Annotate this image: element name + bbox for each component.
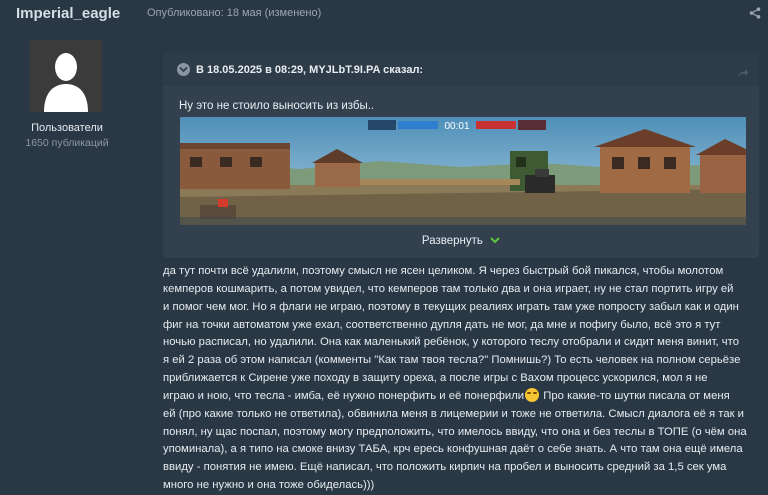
laughing-emoji-icon	[525, 387, 540, 402]
quote-block: В 18.05.2025 в 08:29, MYJLbT.9I.PA сказа…	[163, 52, 759, 258]
post-body: да тут почти всё удалили, поэтому смысл …	[163, 263, 761, 495]
post-date[interactable]: Опубликовано: 18 мая (изменено)	[147, 7, 321, 19]
post-line: ночью расписал, но удалили. Она как мале…	[163, 336, 739, 349]
game-timer: 00:01	[444, 121, 469, 132]
expand-label: Развернуть	[421, 235, 483, 247]
post-line: играю и ною, что тесла - имба, её нужно …	[163, 387, 761, 406]
share-icon[interactable]	[749, 6, 761, 19]
go-to-quote-icon[interactable]	[737, 65, 749, 77]
post-author-name[interactable]: Imperial_eagle	[16, 5, 120, 22]
post-line-part: Про какие-то шутки писала от меня	[540, 389, 730, 402]
post-line: я ей 2 раза об этом написал (комменты "К…	[163, 354, 741, 367]
post-line: понял, ну щас поспал, поэтому могу предп…	[163, 425, 747, 438]
chevron-down-icon[interactable]	[177, 63, 190, 76]
post-line: упоминала), а я типо на смоке внизу ТАБА…	[163, 443, 743, 456]
author-post-count: 1650 публикаций	[25, 137, 109, 149]
quote-author[interactable]: В 18.05.2025 в 08:29, MYJLbT.9I.PA сказа…	[196, 64, 423, 76]
post-line: кемперов кошмарить, а потом увидел, что …	[163, 282, 734, 295]
post-line: да тут почти всё удалили, поэтому смысл …	[163, 265, 724, 277]
author-group: Пользователи	[31, 122, 103, 134]
post-line: приближается к Сирене уже походу в защит…	[163, 372, 708, 385]
game-screenshot[interactable]: 00:01	[180, 117, 746, 225]
post-line: много не нужно и она тоже обиделась)))	[163, 479, 375, 492]
post-line: ей (про какие только не ответила), обвин…	[163, 407, 744, 420]
quote-header: В 18.05.2025 в 08:29, MYJLbT.9I.PA сказа…	[163, 52, 759, 86]
expand-button[interactable]: Развернуть	[163, 235, 759, 247]
avatar[interactable]	[30, 40, 102, 112]
post-line: ввиду - понятия не имею. Ещё написал, чт…	[163, 461, 727, 474]
quote-text: Ну это не стоило выносить из избы..	[179, 100, 375, 112]
post-header: Imperial_eagle Опубликовано: 18 мая (изм…	[0, 0, 768, 26]
chevron-down-icon	[490, 235, 500, 247]
post-line: фиг на точки автоматом уже ехал, соответ…	[163, 318, 721, 331]
post-line-part: играю и ною, что тесла - имба, её нужно …	[163, 389, 525, 402]
post-line: и помог чем мог. Но я флаги не играю, по…	[163, 300, 739, 313]
